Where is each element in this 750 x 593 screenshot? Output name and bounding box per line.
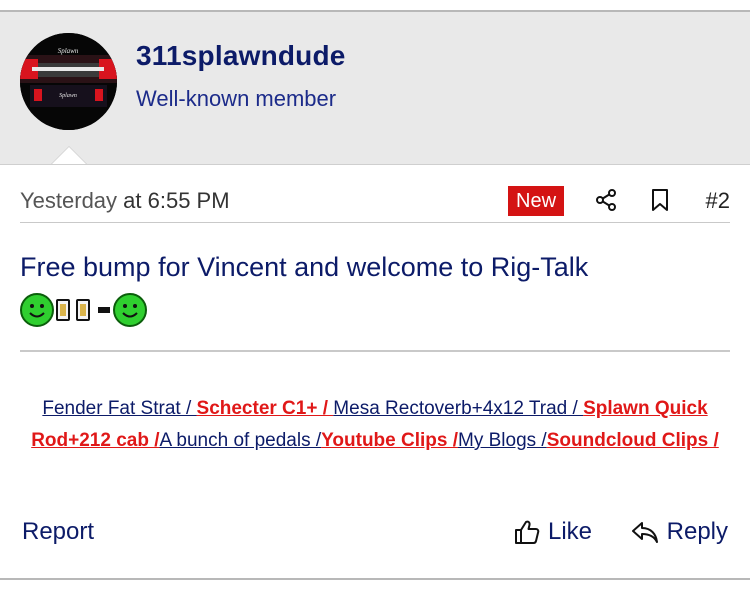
avatar-logo-top: Splawn <box>58 47 79 55</box>
timestamp-day: Yesterday <box>20 188 118 213</box>
header-notch <box>52 147 86 164</box>
beer-smileys <box>20 291 150 329</box>
user-signature: Fender Fat Strat / Schecter C1+ / Mesa R… <box>20 393 730 457</box>
reply-button[interactable]: Reply <box>631 518 728 546</box>
new-badge: New <box>508 186 565 216</box>
sig-link-schecter[interactable]: Schecter C1+ / <box>197 398 334 419</box>
post-meta-row: Yesterday at 6:55 PM New #2 <box>20 182 730 223</box>
sig-link-blogs[interactable]: My Blogs / <box>458 430 547 451</box>
message-text: for Vincent and welcome to Rig-Talk <box>150 252 589 282</box>
post-message: Free bump for Vincent and welcome to Rig… <box>20 252 588 283</box>
message-link[interactable]: Free bump <box>20 252 151 282</box>
avatar-image: Splawn Splawn <box>20 33 117 130</box>
post-number[interactable]: #2 <box>706 188 730 214</box>
sig-link-fender[interactable]: Fender Fat Strat / <box>42 398 196 419</box>
bottom-border <box>0 578 750 580</box>
sig-link-pedals[interactable]: A bunch of pedals / <box>160 430 322 451</box>
cheers-smiley-icon <box>20 293 147 327</box>
author-title: Well-known member <box>136 86 337 111</box>
author-username[interactable]: 311splawndude <box>136 40 346 72</box>
reply-label: Reply <box>666 518 728 545</box>
avatar[interactable]: Splawn Splawn <box>20 33 117 130</box>
post-author-header: Splawn Splawn 311splawndude Well-known m… <box>0 12 750 165</box>
like-label: Like <box>548 518 593 545</box>
avatar-logo-bottom: Splawn <box>59 93 77 99</box>
like-button[interactable]: Like <box>514 518 592 546</box>
bookmark-icon[interactable] <box>650 188 670 212</box>
timestamp-time: at 6:55 PM <box>117 188 230 213</box>
reply-arrow-icon <box>631 522 658 543</box>
sig-link-soundcloud[interactable]: Soundcloud Clips / <box>547 430 719 451</box>
share-icon[interactable] <box>594 188 618 212</box>
thumbs-up-icon <box>515 520 540 544</box>
post-actions: Report Like Reply <box>22 512 728 556</box>
signature-divider <box>20 350 730 352</box>
sig-link-mesa[interactable]: Mesa Rectoverb+4x12 Trad / <box>333 398 583 419</box>
report-button[interactable]: Report <box>22 518 94 546</box>
post-timestamp[interactable]: Yesterday at 6:55 PM <box>20 188 230 214</box>
sig-link-youtube[interactable]: Youtube Clips / <box>321 430 458 451</box>
